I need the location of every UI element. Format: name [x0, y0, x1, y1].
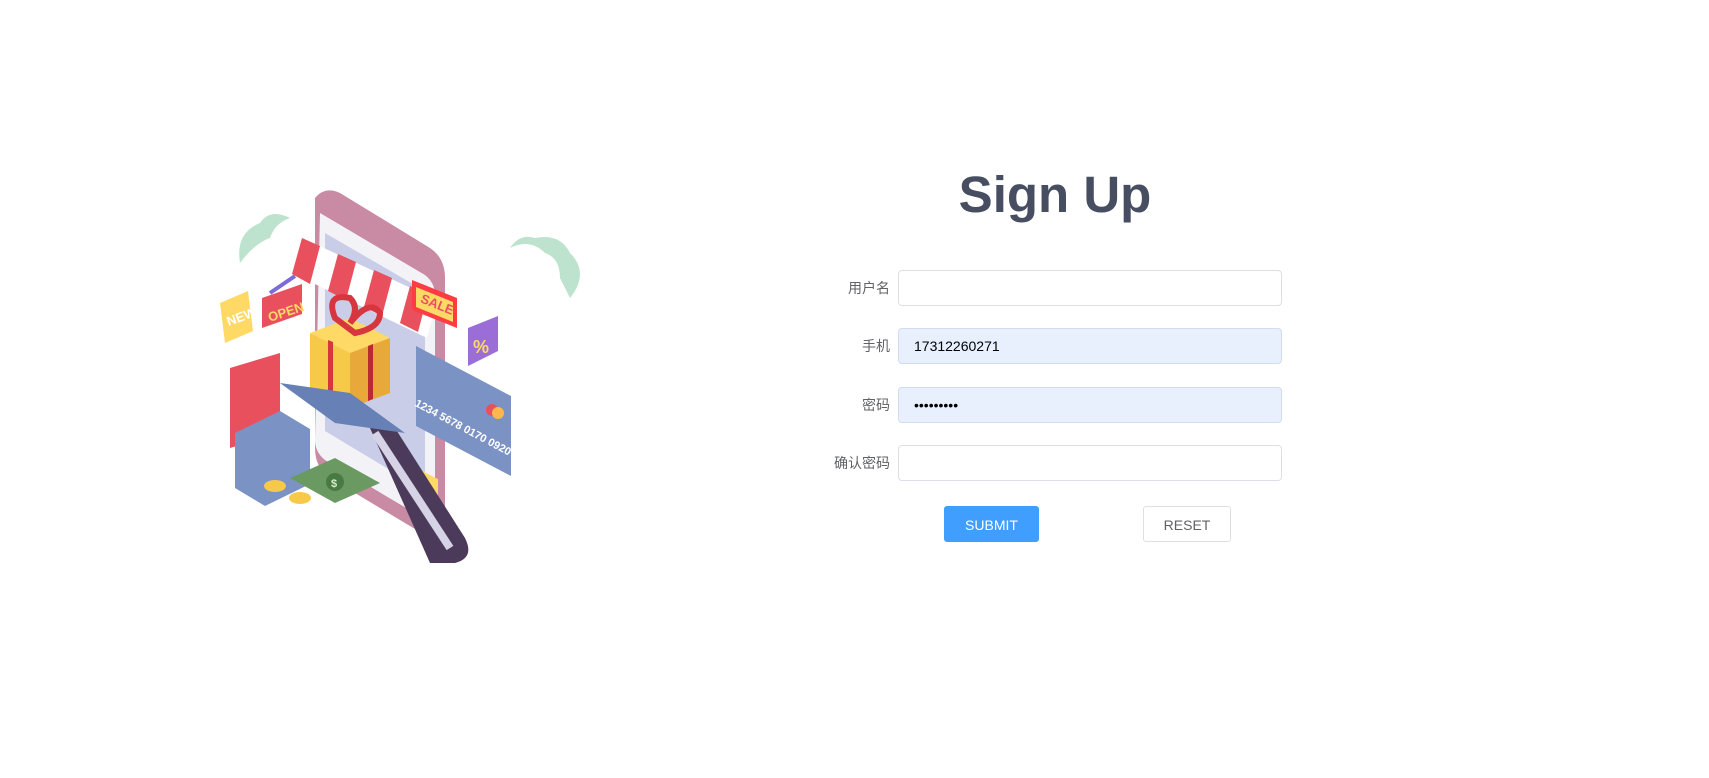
new-sign: NEW [220, 291, 259, 343]
online-shopping-graphic: NEW OPEN SALE % 1234 5678 0170 0920 $ [220, 190, 580, 563]
cloud-left [239, 214, 290, 263]
phone-input[interactable] [898, 328, 1282, 364]
cloud-right [510, 236, 580, 298]
username-input[interactable] [898, 270, 1282, 306]
percent-badge: % [468, 316, 498, 366]
password-row: 密码 [810, 387, 1282, 423]
phone-row: 手机 [810, 328, 1282, 364]
phone-label: 手机 [862, 338, 890, 354]
confirm-password-row: 确认密码 [810, 445, 1282, 481]
svg-text:$: $ [331, 478, 337, 490]
submit-button[interactable]: SUBMIT [944, 506, 1039, 542]
open-sign: OPEN [262, 274, 306, 328]
username-label: 用户名 [848, 280, 890, 296]
reset-button[interactable]: RESET [1143, 506, 1231, 542]
page-title: Sign Up [958, 166, 1152, 223]
confirm-password-label: 确认密码 [834, 455, 890, 471]
credit-card: 1234 5678 0170 0920 [413, 346, 513, 502]
shopping-illustration: NEW OPEN SALE % 1234 5678 0170 0920 $ [220, 188, 600, 608]
svg-text:%: % [473, 337, 489, 357]
password-label: 密码 [862, 397, 890, 413]
confirm-password-input[interactable] [898, 445, 1282, 481]
password-input[interactable] [898, 387, 1282, 423]
username-row: 用户名 [810, 270, 1282, 306]
